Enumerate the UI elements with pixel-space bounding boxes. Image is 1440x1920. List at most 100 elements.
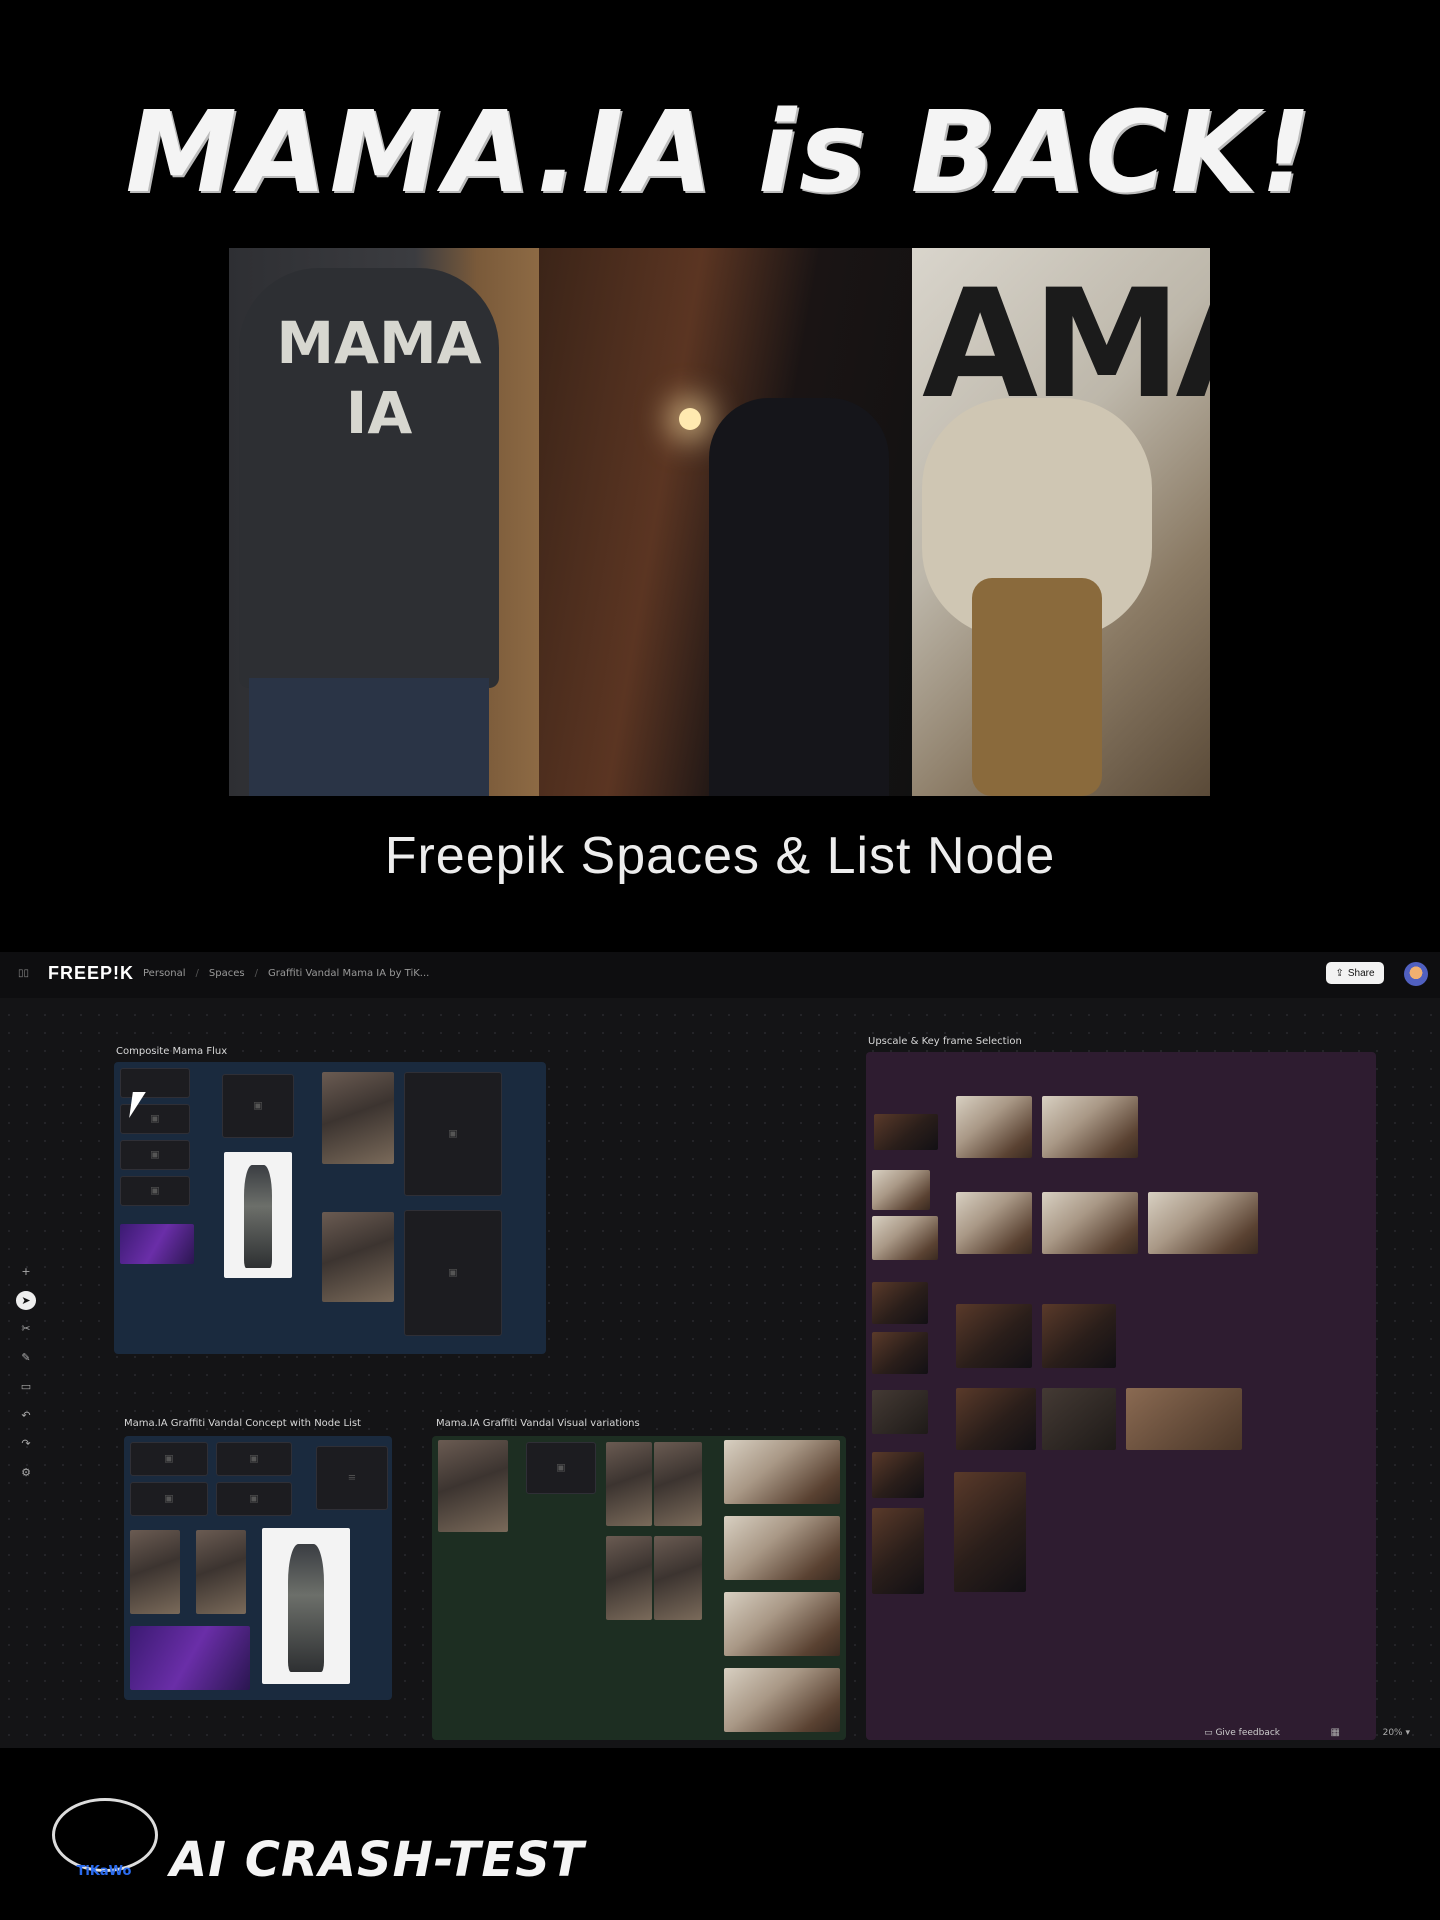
breadcrumb-spaces[interactable]: Spaces — [209, 968, 245, 979]
graffiti-grid-thumb[interactable] — [724, 1516, 840, 1580]
zoom-control[interactable]: 20% ▾ — [1383, 1728, 1410, 1738]
graffiti-artist-photo — [539, 248, 912, 796]
keyframe-thumb[interactable] — [1148, 1192, 1258, 1254]
list-node[interactable]: ≡ — [316, 1446, 388, 1510]
give-feedback-label: Give feedback — [1215, 1728, 1280, 1738]
panel-icon[interactable]: ▯▯ — [18, 968, 29, 979]
keyframe-thumb[interactable] — [956, 1304, 1032, 1368]
keyframe-thumb[interactable] — [872, 1216, 938, 1260]
keyframe-thumb[interactable] — [872, 1390, 928, 1434]
keyframe-thumb[interactable] — [956, 1192, 1032, 1254]
top-bar: ▯▯ FREEP!K Personal / Spaces / Graffiti … — [0, 952, 1440, 998]
image-node[interactable]: ▣ — [130, 1482, 208, 1516]
group-label-concept[interactable]: Mama.IA Graffiti Vandal Concept with Nod… — [124, 1418, 361, 1429]
left-toolbar: + ➤ ✂ ✎ ▭ ↶ ↷ ⚙ — [12, 1262, 40, 1482]
share-label: Share — [1347, 967, 1375, 979]
text-node[interactable] — [120, 1068, 190, 1098]
group-label-variations[interactable]: Mama.IA Graffiti Vandal Visual variation… — [436, 1418, 640, 1429]
avatar[interactable] — [1404, 962, 1428, 986]
keyframe-thumb[interactable] — [872, 1332, 928, 1374]
spray-can-photo: AMA — [912, 248, 1210, 796]
image-icon: ▣ — [448, 1128, 458, 1140]
graffiti-grid-thumb[interactable] — [724, 1592, 840, 1656]
generator-node[interactable]: ▣ — [526, 1442, 596, 1494]
variation-thumb[interactable] — [654, 1442, 702, 1526]
variation-thumb[interactable] — [654, 1536, 702, 1620]
spray-can-shape — [972, 578, 1102, 796]
keyframe-thumb[interactable] — [956, 1096, 1032, 1158]
outfit-thumb[interactable] — [262, 1528, 350, 1684]
image-node[interactable]: ▣ — [120, 1176, 190, 1206]
keyframe-thumb[interactable] — [1126, 1388, 1242, 1450]
keyframe-thumb[interactable] — [872, 1170, 930, 1210]
variation-thumb[interactable] — [606, 1442, 652, 1526]
street-thumb[interactable] — [130, 1530, 180, 1614]
freepik-logo[interactable]: FREEP!K — [48, 963, 134, 984]
tikawo-logo: TiKaWo — [34, 1790, 164, 1890]
group-upscale-keyframe[interactable] — [866, 1052, 1376, 1740]
undo-icon[interactable]: ↶ — [16, 1406, 36, 1425]
image-node[interactable]: ▣ — [216, 1482, 292, 1516]
grid-icon[interactable]: ▦ — [1331, 1727, 1340, 1738]
keyframe-thumb[interactable] — [1042, 1388, 1116, 1450]
keyframe-thumb[interactable] — [1042, 1304, 1116, 1368]
keyframe-thumb[interactable] — [872, 1282, 928, 1324]
image-node[interactable]: ▣ — [120, 1140, 190, 1170]
poster-subtitle: Freepik Spaces & List Node — [384, 827, 1056, 885]
image-icon: ▣ — [164, 1453, 174, 1465]
breadcrumb-separator: / — [195, 968, 199, 979]
give-feedback-button[interactable]: ▭ Give feedback — [1204, 1728, 1280, 1738]
keyframe-thumb[interactable] — [874, 1114, 938, 1150]
image-icon: ▣ — [448, 1267, 458, 1279]
image-icon: ▣ — [164, 1493, 174, 1505]
street-thumb[interactable] — [438, 1440, 508, 1532]
keyframe-thumb[interactable] — [1042, 1192, 1138, 1254]
brand-face-icon — [52, 1798, 158, 1872]
share-button[interactable]: ⇪ Share — [1326, 962, 1384, 984]
image-node[interactable]: ▣ — [130, 1442, 208, 1476]
street-thumb[interactable] — [196, 1530, 246, 1614]
outfit-thumb[interactable] — [224, 1152, 292, 1278]
group-visual-variations[interactable]: ▣ — [432, 1436, 846, 1740]
pointer-icon[interactable]: ➤ — [16, 1290, 36, 1310]
variation-thumb[interactable] — [606, 1536, 652, 1620]
plus-icon[interactable]: + — [16, 1262, 36, 1281]
comment-icon[interactable]: ▭ — [16, 1377, 36, 1396]
street-thumb[interactable] — [322, 1072, 394, 1164]
group-composite-mama-flux[interactable]: ▣ ▣ ▣ ▣ ▣ ▣ — [114, 1062, 546, 1354]
hoodie-graffiti-text: MAMA IA — [276, 309, 482, 447]
output-node[interactable]: ▣ — [404, 1072, 502, 1196]
keyframe-thumb[interactable] — [1042, 1096, 1138, 1158]
output-node[interactable]: ▣ — [404, 1210, 502, 1336]
image-icon: ▣ — [249, 1493, 259, 1505]
group-concept-node-list[interactable]: ▣ ▣ ▣ ▣ ≡ — [124, 1436, 392, 1700]
generator-node[interactable]: ▣ — [222, 1074, 294, 1138]
hoodie-photo: MAMA IA — [229, 248, 539, 796]
street-thumb[interactable] — [322, 1212, 394, 1302]
keyframe-thumb[interactable] — [954, 1472, 1026, 1592]
keyframe-thumb[interactable] — [956, 1388, 1036, 1450]
image-icon: ▣ — [556, 1462, 566, 1474]
keyframe-thumb[interactable] — [872, 1452, 924, 1498]
share-icon: ⇪ — [1335, 967, 1344, 979]
group-label-composite[interactable]: Composite Mama Flux — [116, 1046, 227, 1057]
breadcrumb-personal[interactable]: Personal — [143, 968, 186, 979]
poster-title: MAMA.IA is BACK! — [125, 88, 1315, 218]
scissors-icon[interactable]: ✂ — [16, 1320, 36, 1339]
breadcrumb-project[interactable]: Graffiti Vandal Mama IA by TiK... — [268, 968, 429, 979]
image-icon: ▣ — [150, 1185, 160, 1197]
graffiti-grid-thumb[interactable] — [724, 1668, 840, 1732]
graffiti-grid-thumb[interactable] — [724, 1440, 840, 1504]
image-node[interactable]: ▣ — [216, 1442, 292, 1476]
presenter-thumb[interactable] — [130, 1626, 250, 1690]
settings-icon[interactable]: ⚙ — [16, 1463, 36, 1482]
list-icon: ≡ — [347, 1472, 357, 1484]
image-icon: ▣ — [249, 1453, 259, 1465]
pen-icon[interactable]: ✎ — [16, 1348, 36, 1367]
group-label-upscale[interactable]: Upscale & Key frame Selection — [868, 1036, 1022, 1047]
keyframe-thumb[interactable] — [872, 1508, 924, 1594]
photo-strip: MAMA IA AMA — [229, 248, 1210, 796]
presenter-thumb[interactable] — [120, 1224, 194, 1264]
redo-icon[interactable]: ↷ — [16, 1435, 36, 1454]
freepik-spaces-canvas[interactable]: ▯▯ FREEP!K Personal / Spaces / Graffiti … — [0, 952, 1440, 1748]
